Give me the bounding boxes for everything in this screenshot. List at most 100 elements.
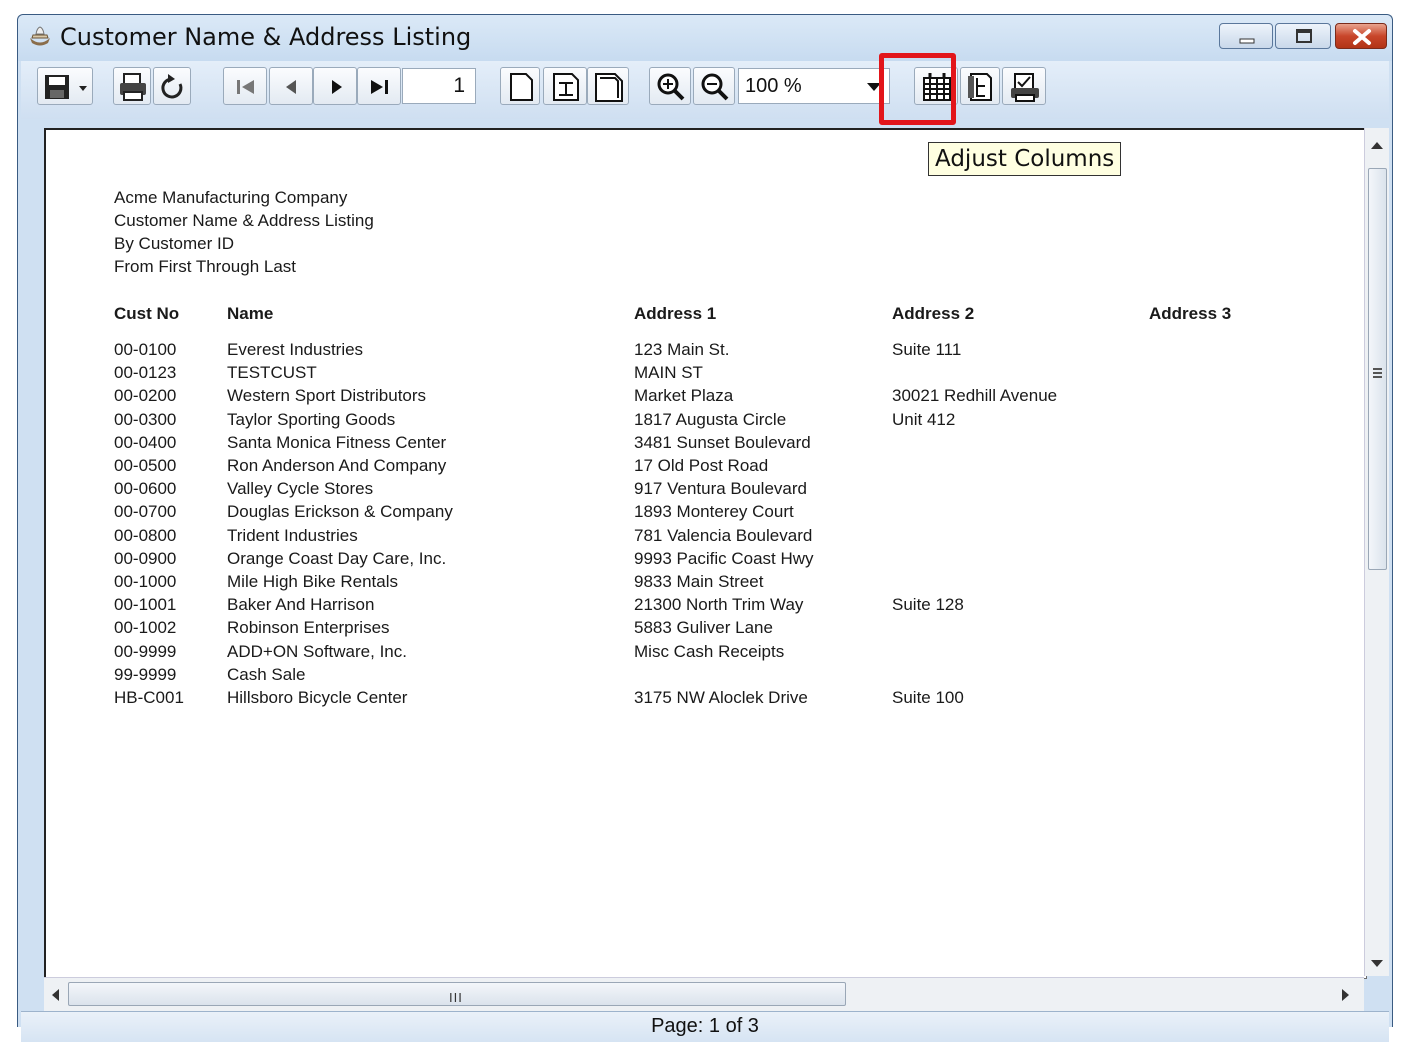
table-row: 00-0600 Valley Cycle Stores 917 Ventura Bo… xyxy=(46,479,1366,502)
cell-address1: 3481 Sunset Boulevard xyxy=(634,432,811,452)
column-header-address3: Address 3 xyxy=(1149,304,1232,323)
column-header-name: Name xyxy=(227,304,274,323)
cell-name: Valley Cycle Stores xyxy=(227,479,374,499)
table-row: 00-0300 Taylor Sporting Goods 1817 Augusta… xyxy=(46,410,1366,433)
cell-address1: 3175 NW Aloclek Drive xyxy=(634,688,808,707)
table-row: 00-0700 Douglas Erickson & Company 1893 Mo… xyxy=(46,502,1366,525)
close-button[interactable] xyxy=(1335,23,1387,49)
cell-name: Cash Sale xyxy=(227,664,306,684)
cell-address1: 917 Ventura Boulevard xyxy=(634,479,807,499)
vertical-scroll-thumb[interactable] xyxy=(1368,168,1387,570)
column-header-address1: Address 1 xyxy=(634,304,717,323)
scroll-up-icon[interactable] xyxy=(1371,142,1383,149)
report-viewer-window: Customer Name & Address Listing 1 100 % … xyxy=(17,14,1393,1042)
cell-address1: MAIN ST xyxy=(634,363,703,383)
last-page-button[interactable] xyxy=(357,67,401,105)
group-tree-button[interactable] xyxy=(960,67,1000,105)
cell-address1: 9993 Pacific Coast Hwy xyxy=(634,548,814,568)
cell-address2: 30021 Redhill Avenue xyxy=(892,386,1058,406)
cell-address1: 21300 North Trim Way xyxy=(634,595,804,615)
zoom-in-button[interactable] xyxy=(649,67,691,105)
horizontal-scroll-thumb[interactable]: III xyxy=(68,982,846,1006)
cell-name: Taylor Sporting Goods xyxy=(227,409,396,429)
table-row: 00-1002 Robinson Enterprises 5883 Guliver … xyxy=(46,618,1366,641)
cell-cust-no: 00-0500 xyxy=(114,456,177,475)
cell-name: Ron Anderson And Company xyxy=(227,456,447,475)
cell-cust-no: 00-0200 xyxy=(114,386,177,406)
window-title: Customer Name & Address Listing xyxy=(60,23,472,51)
cell-address2: Unit 412 xyxy=(892,409,956,429)
cell-cust-no: 00-0300 xyxy=(114,409,177,429)
table-row: 99-9999 Cash Sale xyxy=(46,665,1366,688)
zoom-select[interactable]: 100 % xyxy=(738,68,890,104)
cell-cust-no: 00-0900 xyxy=(114,548,177,568)
report-title: Customer Name & Address Listing xyxy=(114,211,374,230)
page-width-button[interactable] xyxy=(543,67,587,105)
report-sort: By Customer ID xyxy=(114,234,234,253)
title-bar[interactable]: Customer Name & Address Listing xyxy=(18,15,1392,61)
table-row: 00-0500 Ron Anderson And Company 17 Old Po… xyxy=(46,456,1366,479)
cell-name: Western Sport Distributors xyxy=(227,386,427,406)
cell-address1: 1893 Monterey Court xyxy=(634,502,794,522)
scroll-left-icon[interactable] xyxy=(52,989,59,1001)
cell-name: Everest Industries xyxy=(227,340,364,359)
tooltip: Adjust Columns xyxy=(928,142,1122,176)
page-number-input[interactable]: 1 xyxy=(402,68,476,104)
highlight-box xyxy=(879,53,956,125)
report-company: Acme Manufacturing Company xyxy=(114,188,348,207)
zoom-out-button[interactable] xyxy=(693,67,735,105)
table-row: 00-0400 Santa Monica Fitness Center 3481 S… xyxy=(46,433,1366,456)
cell-name: Trident Industries xyxy=(227,525,358,545)
cell-name: TESTCUST xyxy=(227,363,317,383)
table-row: 00-0900 Orange Coast Day Care, Inc. 9993 P… xyxy=(46,549,1366,572)
maximize-button[interactable] xyxy=(1275,23,1331,49)
cell-address1: Misc Cash Receipts xyxy=(634,641,785,661)
table-row: 00-9999 ADD+ON Software, Inc. Misc Cash Re… xyxy=(46,642,1366,665)
report-range: From First Through Last xyxy=(114,257,297,276)
minimize-button[interactable] xyxy=(1219,23,1273,49)
toolbar: 1 100 % xyxy=(21,61,1389,119)
report-preview[interactable]: Acme Manufacturing Company Customer Name… xyxy=(44,128,1367,979)
vertical-scrollbar[interactable] xyxy=(1364,128,1389,976)
grip-icon xyxy=(1373,368,1382,378)
cell-address2: Suite 128 xyxy=(892,595,964,615)
cell-cust-no: 00-0400 xyxy=(114,432,177,452)
cell-cust-no: 99-9999 xyxy=(114,664,177,684)
cell-cust-no: 00-0700 xyxy=(114,502,177,522)
cell-address1: 123 Main St. xyxy=(634,340,730,359)
cell-cust-no: 00-1001 xyxy=(114,595,177,615)
table-row: 00-1000 Mile High Bike Rentals 9833 Main S… xyxy=(46,572,1366,595)
cell-address1: 9833 Main Street xyxy=(634,572,764,591)
table-row: 00-0800 Trident Industries 781 Valencia Bo… xyxy=(46,526,1366,549)
cell-name: Robinson Enterprises xyxy=(227,618,390,638)
cell-name: Hillsboro Bicycle Center xyxy=(227,688,408,707)
refresh-button[interactable] xyxy=(153,67,191,105)
cell-cust-no: 00-1002 xyxy=(114,618,177,638)
first-page-button[interactable] xyxy=(223,67,267,105)
scroll-right-icon[interactable] xyxy=(1342,989,1349,1001)
table-row: 00-0100 Everest Industries 123 Main St. Sui… xyxy=(46,340,1366,363)
full-page-button[interactable] xyxy=(587,67,629,105)
one-page-button[interactable] xyxy=(500,67,540,105)
cell-cust-no: 00-0123 xyxy=(114,363,177,383)
cell-address1: 1817 Augusta Circle xyxy=(634,409,787,429)
horizontal-scrollbar[interactable]: III xyxy=(44,977,1364,1012)
print-options-button[interactable] xyxy=(1002,67,1046,105)
next-page-button[interactable] xyxy=(313,67,357,105)
cell-address1: 17 Old Post Road xyxy=(634,456,769,475)
table-row: 00-0123 TESTCUST MAIN ST xyxy=(46,363,1366,386)
cell-cust-no: 00-9999 xyxy=(114,641,177,661)
column-header-cust-no: Cust No xyxy=(114,304,180,323)
cell-cust-no: 00-0800 xyxy=(114,525,177,545)
cell-cust-no: 00-0600 xyxy=(114,479,177,499)
cell-name: Orange Coast Day Care, Inc. xyxy=(227,548,447,568)
cell-name: Baker And Harrison xyxy=(227,595,375,615)
cell-address1: 5883 Guliver Lane xyxy=(634,618,773,638)
scroll-down-icon[interactable] xyxy=(1371,960,1383,967)
print-button[interactable] xyxy=(113,67,151,105)
cell-name: ADD+ON Software, Inc. xyxy=(227,641,407,661)
column-header-address2: Address 2 xyxy=(892,304,975,323)
previous-page-button[interactable] xyxy=(269,67,313,105)
cell-address2: Suite 111 xyxy=(892,340,962,359)
save-button[interactable] xyxy=(37,67,93,105)
